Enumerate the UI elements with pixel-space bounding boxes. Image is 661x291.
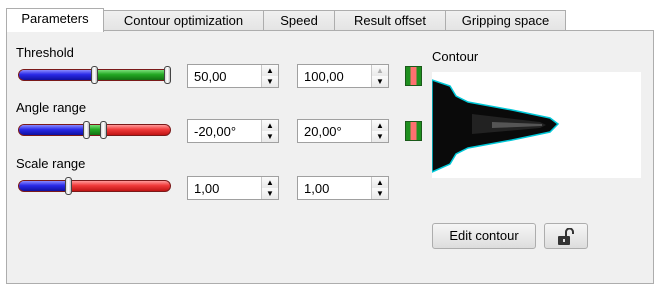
- tab-speed[interactable]: Speed: [263, 10, 335, 30]
- scale-range-slider[interactable]: [18, 177, 171, 195]
- slider-low-handle[interactable]: [83, 121, 90, 139]
- tab-result-offset[interactable]: Result offset: [334, 10, 446, 30]
- slider-range-segment: [95, 70, 170, 80]
- tab-label: Result offset: [353, 13, 427, 28]
- spinbox-value: 50,00: [194, 69, 227, 84]
- spinbox-value: 20,00°: [304, 124, 342, 139]
- down-arrow-icon[interactable]: ▼: [262, 76, 278, 87]
- tab-parameters[interactable]: Parameters: [6, 8, 104, 32]
- angle-range-slider[interactable]: [18, 121, 171, 139]
- scale-min-spinbox[interactable]: 1,00 ▲ ▼: [187, 176, 279, 200]
- down-arrow-icon[interactable]: ▼: [372, 131, 388, 142]
- slider-high-handle[interactable]: [164, 66, 171, 84]
- slider-track: [18, 124, 171, 136]
- tab-label: Contour optimization: [123, 13, 244, 28]
- down-arrow-icon[interactable]: ▼: [372, 188, 388, 199]
- angle-range-label: Angle range: [16, 100, 87, 115]
- spinbox-value: 1,00: [194, 181, 220, 196]
- spinbox-value: -20,00°: [194, 124, 237, 139]
- scale-range-label: Scale range: [16, 156, 86, 171]
- lock-button[interactable]: [544, 223, 588, 249]
- unlocked-padlock-icon: [558, 227, 574, 245]
- slider-low-segment: [19, 181, 68, 191]
- edit-contour-button[interactable]: Edit contour: [432, 223, 536, 249]
- threshold-max-spinbox[interactable]: 100,00 ▲ ▼: [297, 64, 389, 88]
- contour-image: [432, 79, 560, 173]
- spinbox-value: 1,00: [304, 181, 330, 196]
- angle-status-led-icon: [405, 121, 422, 141]
- slider-low-segment: [19, 125, 87, 135]
- slider-high-handle[interactable]: [100, 121, 107, 139]
- down-arrow-icon[interactable]: ▼: [262, 188, 278, 199]
- spinbox-value: 100,00: [304, 69, 344, 84]
- tab-label: Speed: [280, 13, 318, 28]
- tab-label: Parameters: [21, 11, 89, 26]
- slider-track: [18, 180, 171, 192]
- contour-preview: [432, 72, 641, 178]
- threshold-min-spinbox[interactable]: 50,00 ▲ ▼: [187, 64, 279, 88]
- threshold-status-led-icon: [405, 66, 422, 86]
- tab-contour-optimization[interactable]: Contour optimization: [103, 10, 264, 30]
- threshold-label: Threshold: [16, 45, 74, 60]
- angle-min-spinbox[interactable]: -20,00° ▲ ▼: [187, 119, 279, 143]
- scale-max-spinbox[interactable]: 1,00 ▲ ▼: [297, 176, 389, 200]
- tab-label: Gripping space: [461, 13, 550, 28]
- threshold-range-slider[interactable]: [18, 66, 171, 84]
- down-arrow-icon[interactable]: ▼: [262, 131, 278, 142]
- contour-label: Contour: [432, 49, 479, 64]
- slider-handle[interactable]: [65, 177, 72, 195]
- down-arrow-icon[interactable]: ▼: [372, 76, 388, 87]
- slider-low-handle[interactable]: [91, 66, 98, 84]
- tab-gripping-space[interactable]: Gripping space: [445, 10, 566, 30]
- edit-contour-label: Edit contour: [449, 228, 519, 243]
- slider-low-segment: [19, 70, 95, 80]
- angle-max-spinbox[interactable]: 20,00° ▲ ▼: [297, 119, 389, 143]
